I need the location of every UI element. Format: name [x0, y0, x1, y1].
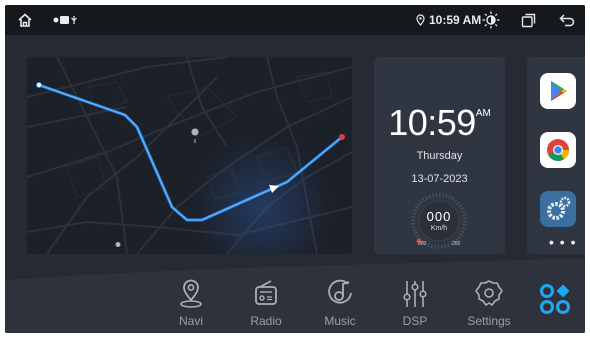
speed-max-label: 260	[452, 241, 461, 247]
clock-day: Thursday	[416, 150, 463, 162]
equalizer-icon	[403, 281, 427, 307]
head-unit-screen: 10:59 AM 10:59AM Thursday 13-07-2023 000…	[5, 5, 585, 333]
status-time: 10:59 AM	[429, 13, 482, 27]
notification-icons	[53, 5, 83, 35]
speed-unit: Km/h	[430, 225, 448, 232]
clock-time: 10:59AM	[374, 102, 505, 144]
clock-widget[interactable]: 10:59AM Thursday 13-07-2023 000 Km/h 000…	[374, 57, 505, 254]
play-store-icon[interactable]	[540, 73, 576, 109]
location-icon	[416, 5, 425, 35]
speedometer-gauge: 000 Km/h 000 260	[407, 191, 471, 251]
speed-min-label: 000	[418, 241, 427, 247]
more-apps-dots[interactable]: • • •	[549, 235, 576, 249]
home-icon[interactable]	[17, 5, 33, 35]
dock-radio-button[interactable]: Radio	[235, 278, 297, 333]
apps-grid-icon[interactable]	[537, 281, 573, 317]
dock-settings-label: Settings	[467, 314, 511, 328]
settings-gear-icon[interactable]	[540, 191, 576, 227]
speed-value: 000	[426, 209, 452, 224]
dock-navi-label: Navi	[178, 314, 203, 328]
map-pin-icon	[180, 279, 202, 308]
dock-settings-button[interactable]: Settings	[458, 278, 520, 333]
gear-icon	[475, 280, 503, 306]
dock-music-button[interactable]: Music	[309, 278, 371, 333]
dock-navi-button[interactable]: Navi	[160, 278, 222, 333]
bottom-dock: Navi Radio Music DSP Settings	[5, 258, 585, 333]
music-disc-icon	[328, 279, 352, 304]
brightness-icon[interactable]	[482, 5, 500, 35]
dock-dsp-button[interactable]: DSP	[384, 278, 446, 333]
radio-icon	[255, 280, 277, 305]
clock-hours-minutes: 10:59	[388, 102, 476, 143]
clock-ampm: AM	[475, 108, 491, 119]
dock-music-label: Music	[324, 314, 356, 328]
app-shortcuts-panel: • • •	[527, 57, 585, 254]
home-widgets: 10:59AM Thursday 13-07-2023 000 Km/h 000…	[5, 35, 585, 265]
status-bar: 10:59 AM	[5, 5, 585, 35]
chrome-icon[interactable]	[540, 132, 576, 168]
clock-date: 13-07-2023	[411, 173, 468, 185]
dock-dsp-label: DSP	[402, 314, 428, 328]
dock-radio-label: Radio	[250, 314, 282, 328]
recent-apps-icon[interactable]	[521, 5, 536, 35]
map-widget[interactable]	[27, 57, 352, 254]
back-icon[interactable]	[559, 5, 575, 35]
